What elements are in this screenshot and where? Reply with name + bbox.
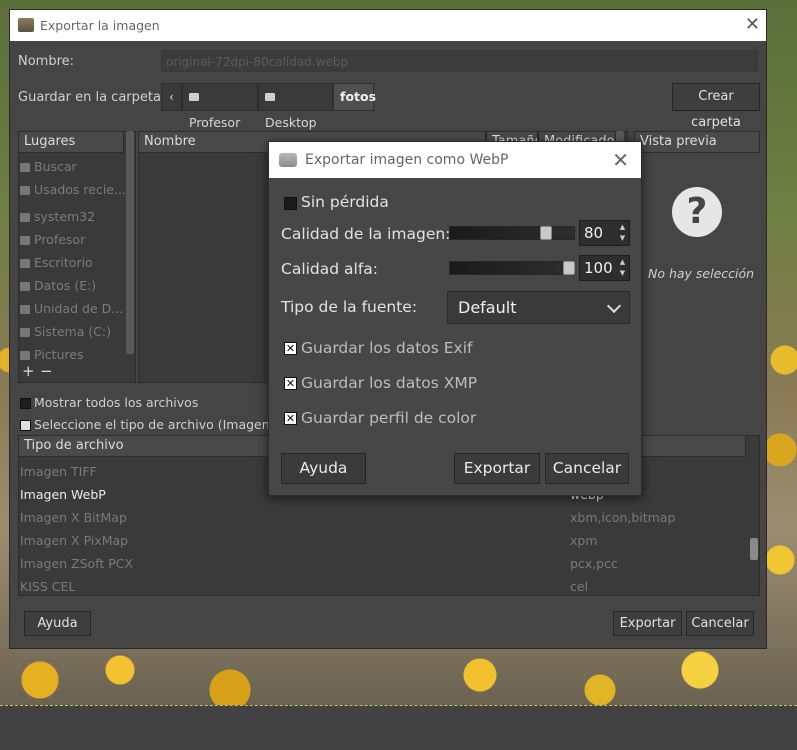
alpha-quality-label: Calidad alfa: (281, 260, 379, 278)
folder-icon (189, 93, 199, 101)
filetype-row-pcx[interactable]: Imagen ZSoft PCX (20, 553, 133, 575)
path-fotos-button[interactable]: fotos (333, 83, 376, 111)
filetype-ext-xpm: xpm (570, 533, 598, 548)
place-datos[interactable]: Datos (E:) (20, 276, 96, 296)
filetype-scrollbar[interactable] (750, 538, 758, 560)
xmp-label: Guardar los datos XMP (301, 374, 478, 392)
exif-checkbox[interactable]: ✕ (284, 342, 297, 355)
place-recent[interactable]: Usados recie... (20, 180, 126, 200)
filetype-row-tiff[interactable]: Imagen TIFF (20, 461, 97, 483)
filetype-row-webp[interactable]: Imagen WebP (20, 484, 106, 506)
webp-export-button[interactable]: Exportar (454, 453, 540, 484)
place-unidad[interactable]: Unidad de D... (20, 299, 123, 319)
places-scrollbar[interactable] (126, 131, 134, 354)
drive-icon (20, 328, 30, 337)
filename-input[interactable]: original-72dpi-80calidad.webp (161, 50, 758, 72)
alpha-quality-slider-handle[interactable] (563, 261, 575, 275)
filetype-row-xbm[interactable]: Imagen X BitMap (20, 507, 127, 529)
remove-place-icon[interactable]: − (40, 362, 53, 380)
folder-label: Guardar en la carpeta: (18, 90, 166, 105)
webp-cancel-button[interactable]: Cancelar (545, 453, 629, 484)
webp-help-button[interactable]: Ayuda (281, 453, 366, 484)
path-desktop-button[interactable]: Desktop (258, 83, 333, 130)
lossless-checkbox[interactable] (284, 197, 297, 210)
place-buscar[interactable]: Buscar (20, 157, 77, 177)
chevron-left-icon: ‹ (169, 89, 174, 104)
quality-slider-handle[interactable] (540, 226, 553, 240)
spin-arrows-icon[interactable]: ▲ ▼ (618, 222, 627, 244)
close-icon[interactable]: ✕ (612, 148, 629, 172)
cancel-button[interactable]: Cancelar (686, 611, 754, 636)
alpha-quality-slider[interactable] (449, 261, 575, 275)
folder-icon (20, 351, 30, 360)
filetype-row-kisscel[interactable]: KISS CEL (20, 576, 75, 598)
folder-icon (20, 236, 30, 245)
webp-export-dialog: Exportar imagen como WebP ✕ Sin pérdida … (268, 141, 642, 496)
quality-label: Calidad de la imagen: (281, 225, 451, 243)
show-all-label: Mostrar todos los archivos (34, 395, 199, 410)
drive-icon (20, 282, 30, 291)
quality-slider[interactable] (449, 226, 575, 240)
place-system32[interactable]: system32 (20, 207, 95, 227)
place-escritorio[interactable]: Escritorio (20, 253, 93, 273)
search-icon (20, 163, 30, 172)
spin-arrows-icon[interactable]: ▲ ▼ (618, 257, 627, 279)
path-profesor-button[interactable]: Profesor (182, 83, 258, 130)
filetype-row-xpm[interactable]: Imagen X PixMap (20, 530, 128, 552)
color-profile-label: Guardar perfil de color (301, 409, 477, 427)
source-type-select[interactable]: Default (447, 291, 630, 324)
dialog-title: Exportar la imagen (40, 18, 160, 33)
create-folder-button[interactable]: Crear carpeta (672, 83, 760, 130)
filetype-ext-pcx: pcx,pcc (570, 556, 618, 571)
filetype-ext-xbm: xbm,icon,bitmap (570, 510, 676, 525)
exif-label: Guardar los datos Exif (301, 339, 473, 357)
webp-dialog-titlebar: Exportar imagen como WebP ✕ (269, 142, 641, 178)
preview-empty-text: No hay selección (648, 266, 755, 281)
chevron-down-icon (606, 298, 622, 314)
show-all-checkbox[interactable] (20, 398, 31, 409)
folder-icon (20, 259, 30, 268)
folder-icon (265, 93, 275, 101)
place-sistema[interactable]: Sistema (C:) (20, 322, 111, 342)
color-profile-checkbox[interactable]: ✕ (284, 412, 297, 425)
preview-header: Vista previa (634, 131, 760, 153)
close-icon[interactable]: ✕ (745, 14, 760, 35)
place-profesor[interactable]: Profesor (20, 230, 85, 250)
folder-icon (20, 213, 30, 222)
places-header[interactable]: Lugares (18, 131, 124, 153)
question-icon: ? (672, 187, 722, 237)
name-label: Nombre: (18, 54, 75, 69)
filetype-ext-cel: cel (570, 579, 589, 594)
alpha-quality-spinbox[interactable]: 100 ▲ ▼ (579, 255, 630, 281)
expander-icon[interactable] (20, 420, 31, 431)
gimp-app-icon (18, 18, 34, 32)
add-place-icon[interactable]: + (22, 362, 35, 380)
source-type-label: Tipo de la fuente: (281, 298, 418, 316)
preview-panel (634, 131, 760, 383)
help-button[interactable]: Ayuda (24, 611, 91, 636)
recent-icon (20, 186, 30, 195)
drive-icon (20, 305, 30, 314)
gimp-app-icon (279, 153, 297, 167)
path-back-button[interactable]: ‹ (161, 83, 182, 111)
lossless-label: Sin pérdida (301, 193, 389, 211)
canvas-area (0, 705, 797, 750)
dialog-titlebar: Exportar la imagen ✕ (10, 10, 766, 41)
xmp-checkbox[interactable]: ✕ (284, 377, 297, 390)
quality-spinbox[interactable]: 80 ▲ ▼ (579, 220, 630, 246)
webp-dialog-title: Exportar imagen como WebP (305, 152, 509, 168)
export-button[interactable]: Exportar (613, 611, 682, 636)
